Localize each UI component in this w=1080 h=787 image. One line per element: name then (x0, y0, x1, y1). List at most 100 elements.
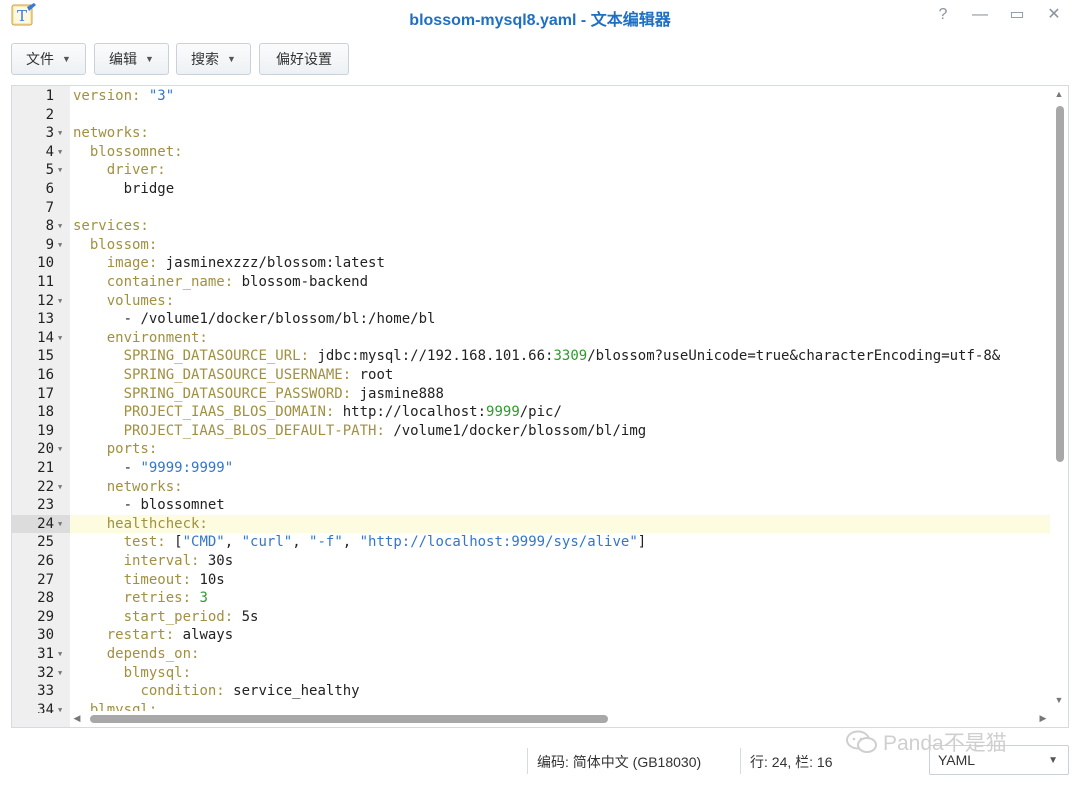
code-text[interactable]: test: ["CMD", "curl", "-f", "http://loca… (73, 533, 647, 552)
code-line[interactable]: 6 bridge (12, 180, 1052, 199)
file-menu-button[interactable]: 文件 ▼ (11, 43, 86, 75)
scroll-right-arrow-icon[interactable]: ▶ (1038, 713, 1048, 724)
code-line[interactable]: 25 test: ["CMD", "curl", "-f", "http://l… (12, 533, 1052, 552)
horizontal-scrollbar[interactable]: ◀ ▶ (70, 711, 1052, 727)
code-line[interactable]: 12 ▼ volumes: (12, 291, 1052, 311)
code-line[interactable]: 9 ▼ blossom: (12, 235, 1052, 255)
code-line[interactable]: 26 interval: 30s (12, 552, 1052, 571)
code-text[interactable]: SPRING_DATASOURCE_USERNAME: root (73, 366, 394, 385)
line-number: 6 (45, 181, 54, 197)
code-text[interactable]: ports: (73, 440, 158, 459)
code-line[interactable]: 11 container_name: blossom-backend (12, 273, 1052, 292)
code-text[interactable]: environment: (73, 329, 208, 348)
code-text[interactable]: SPRING_DATASOURCE_PASSWORD: jasmine888 (73, 385, 444, 404)
code-text[interactable]: driver: (73, 161, 166, 180)
horizontal-scroll-thumb[interactable] (90, 715, 608, 723)
fold-toggle-icon[interactable]: ▼ (58, 143, 62, 162)
code-text[interactable]: blossomnet: (73, 143, 183, 162)
code-line[interactable]: 14 ▼ environment: (12, 328, 1052, 348)
code-line[interactable]: 16 SPRING_DATASOURCE_USERNAME: root (12, 366, 1052, 385)
code-line[interactable]: 20 ▼ ports: (12, 440, 1052, 459)
code-text[interactable]: condition: service_healthy (73, 682, 359, 701)
code-text[interactable]: healthcheck: (73, 515, 208, 534)
code-line[interactable]: 28 retries: 3 (12, 589, 1052, 608)
close-icon[interactable]: ✕ (1043, 4, 1065, 26)
code-text[interactable]: depends_on: (73, 645, 200, 664)
code-text[interactable]: volumes: (73, 292, 174, 311)
code-text[interactable]: blossom: (73, 236, 157, 255)
code-text[interactable]: container_name: blossom-backend (73, 273, 368, 292)
gutter-cell: 16 (12, 366, 70, 385)
scroll-left-arrow-icon[interactable]: ◀ (72, 713, 82, 724)
code-line[interactable]: 29 start_period: 5s (12, 607, 1052, 627)
code-line[interactable]: 5 ▼ driver: (12, 161, 1052, 180)
code-line[interactable]: 31 ▼ depends_on: (12, 645, 1052, 664)
code-line[interactable]: 7 (12, 198, 1052, 218)
fold-toggle-icon[interactable]: ▼ (58, 161, 62, 180)
code-line[interactable]: 15 SPRING_DATASOURCE_URL: jdbc:mysql://1… (12, 347, 1052, 366)
help-icon[interactable]: ? (932, 4, 954, 26)
fold-toggle-icon[interactable]: ▼ (58, 701, 62, 713)
code-line[interactable]: 17 SPRING_DATASOURCE_PASSWORD: jasmine88… (12, 384, 1052, 404)
fold-toggle-icon[interactable]: ▼ (58, 292, 62, 311)
code-line[interactable]: 10 image: jasminexzzz/blossom:latest (12, 254, 1052, 273)
vertical-scrollbar[interactable]: ▲ ▼ (1050, 86, 1068, 711)
code-text[interactable]: retries: 3 (73, 589, 208, 608)
code-text[interactable]: - "9999:9999" (73, 459, 234, 478)
code-text[interactable]: restart: always (73, 626, 233, 645)
code-text[interactable]: blmysql: (73, 664, 191, 683)
fold-toggle-icon[interactable]: ▼ (58, 236, 62, 255)
preferences-button[interactable]: 偏好设置 (259, 43, 349, 75)
fold-toggle-icon[interactable]: ▼ (58, 478, 62, 497)
code-text[interactable]: - /volume1/docker/blossom/bl:/home/bl (73, 310, 436, 329)
code-text[interactable]: networks: (73, 478, 183, 497)
code-text[interactable]: version: "3" (73, 87, 174, 106)
minimize-icon[interactable]: — (969, 4, 991, 26)
code-line[interactable]: 1 version: "3" (12, 87, 1052, 106)
encoding-status[interactable]: 编码: 简体中文 (GB18030) (537, 752, 701, 772)
code-line[interactable]: 3 ▼ networks: (12, 124, 1052, 143)
fold-toggle-icon[interactable]: ▼ (58, 515, 62, 534)
code-line[interactable]: 27 timeout: 10s (12, 570, 1052, 590)
fold-toggle-icon[interactable]: ▼ (58, 217, 62, 236)
code-line[interactable]: 8 ▼ services: (12, 217, 1052, 236)
code-line[interactable]: 18 PROJECT_IAAS_BLOS_DOMAIN: http://loca… (12, 403, 1052, 422)
code-line[interactable]: 30 restart: always (12, 626, 1052, 645)
code-text[interactable]: timeout: 10s (73, 571, 225, 590)
fold-toggle-icon[interactable]: ▼ (58, 124, 62, 143)
code-line[interactable]: 13 - /volume1/docker/blossom/bl:/home/bl (12, 310, 1052, 329)
code-line[interactable]: 33 condition: service_healthy (12, 682, 1052, 701)
gutter-cell: 3 ▼ (12, 124, 70, 143)
code-text[interactable]: - blossomnet (73, 496, 225, 515)
code-text[interactable]: image: jasminexzzz/blossom:latest (73, 254, 385, 273)
search-menu-button[interactable]: 搜索 ▼ (176, 43, 251, 75)
fold-toggle-icon[interactable]: ▼ (58, 329, 62, 348)
scroll-up-arrow-icon[interactable]: ▲ (1050, 89, 1068, 99)
fold-toggle-icon[interactable]: ▼ (58, 440, 62, 459)
code-editor[interactable]: 1 version: "3" 2 3 ▼ networks: 4 ▼ blossomnet: 5… (11, 85, 1069, 728)
code-text[interactable]: networks: (73, 124, 149, 143)
fold-toggle-icon[interactable]: ▼ (58, 645, 62, 664)
code-text[interactable]: interval: 30s (73, 552, 234, 571)
code-text[interactable]: start_period: 5s (73, 608, 259, 627)
vertical-scroll-thumb[interactable] (1056, 106, 1064, 462)
code-line[interactable]: 2 (12, 105, 1052, 125)
code-line[interactable]: 32 ▼ blmysql: (12, 663, 1052, 683)
code-text[interactable]: bridge (73, 180, 175, 199)
code-text[interactable]: PROJECT_IAAS_BLOS_DEFAULT-PATH: /volume1… (73, 422, 647, 441)
maximize-icon[interactable]: ▭ (1006, 4, 1028, 26)
code-text[interactable]: services: (73, 217, 149, 236)
fold-toggle-icon[interactable]: ▼ (58, 664, 62, 683)
code-line[interactable]: 4 ▼ blossomnet: (12, 142, 1052, 162)
code-line[interactable]: 22 ▼ networks: (12, 477, 1052, 497)
code-text[interactable]: PROJECT_IAAS_BLOS_DOMAIN: http://localho… (73, 403, 562, 422)
code-line[interactable]: 24 ▼ healthcheck: (12, 514, 1052, 534)
code-line[interactable]: 21 - "9999:9999" (12, 459, 1052, 478)
code-lines[interactable]: 1 version: "3" 2 3 ▼ networks: 4 ▼ blossomnet: 5… (12, 86, 1052, 713)
edit-menu-button[interactable]: 编辑 ▼ (94, 43, 169, 75)
scroll-down-arrow-icon[interactable]: ▼ (1050, 695, 1068, 705)
code-line[interactable]: 19 PROJECT_IAAS_BLOS_DEFAULT-PATH: /volu… (12, 421, 1052, 441)
line-number: 7 (45, 199, 54, 216)
code-line[interactable]: 23 - blossomnet (12, 496, 1052, 515)
code-text[interactable]: SPRING_DATASOURCE_URL: jdbc:mysql://192.… (73, 347, 1001, 366)
